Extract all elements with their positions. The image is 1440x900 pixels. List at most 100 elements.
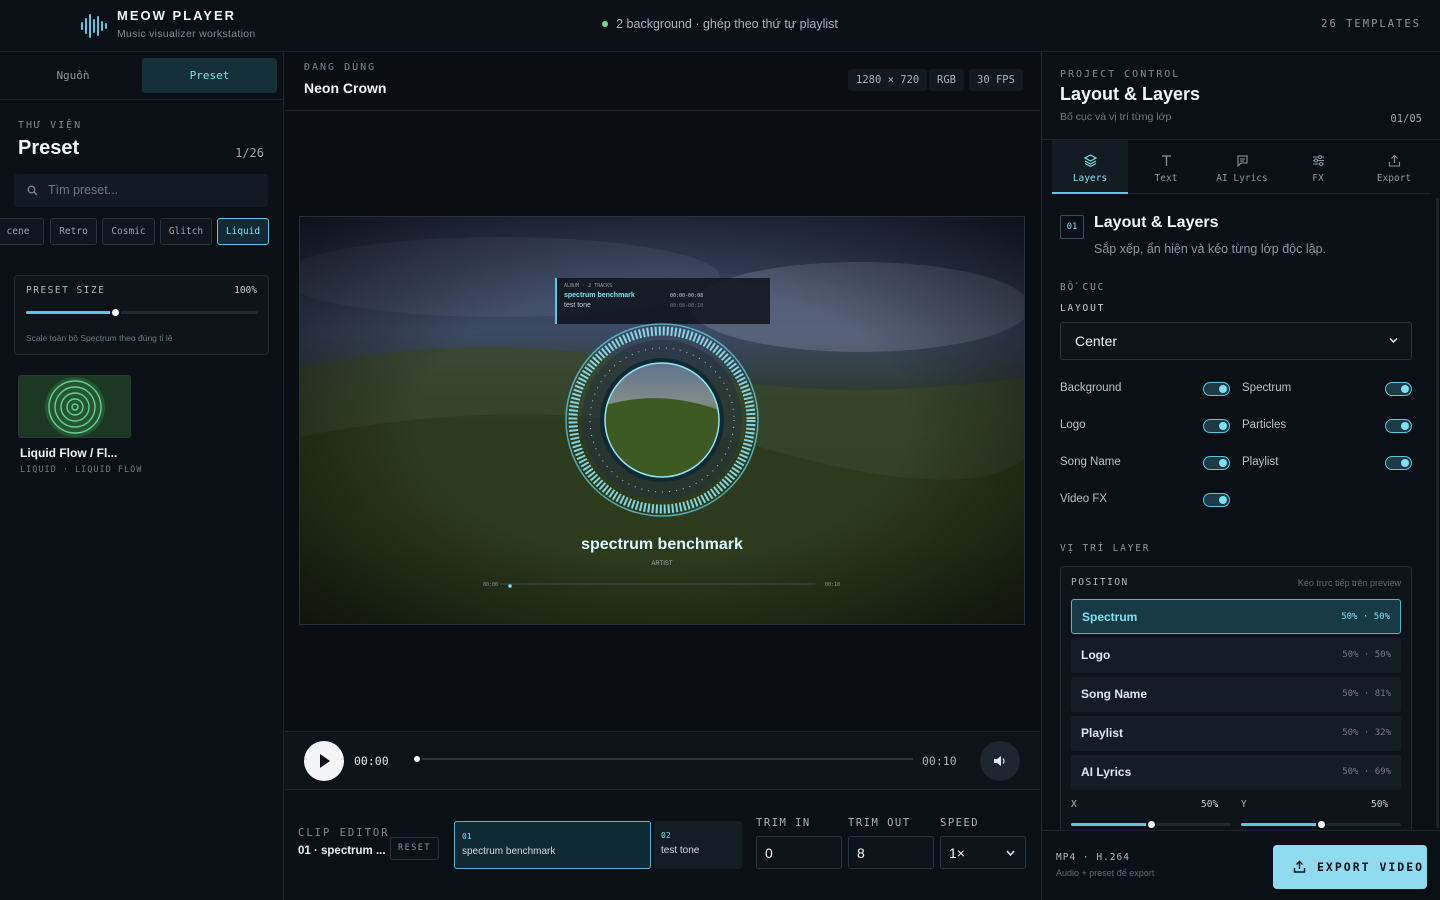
layout-select[interactable]: Center — [1060, 322, 1412, 360]
status-dot — [602, 20, 609, 27]
step-counter: 01/05 — [1390, 113, 1422, 125]
section-description: Sắp xếp, ẩn hiện và kéo từng lớp độc lập… — [1094, 242, 1326, 256]
preview-header: ĐANG DÙNG Neon Crown 1280 × 720 RGB 30 F… — [285, 52, 1040, 111]
toggle-song-name[interactable] — [1203, 456, 1230, 470]
y-label: Y — [1241, 799, 1247, 810]
tab-text[interactable]: Text — [1128, 140, 1204, 194]
reset-button[interactable]: RESET — [390, 837, 439, 860]
overlay-artist: ARTIST — [651, 561, 673, 567]
resolution-badge: 1280 × 720 — [848, 69, 928, 91]
toggle-background[interactable] — [1203, 382, 1230, 396]
seek-handle[interactable] — [412, 754, 422, 764]
export-video-button[interactable]: EXPORT VIDEO — [1273, 845, 1427, 889]
toggle-label-playlist: Playlist — [1242, 456, 1279, 468]
preset-thumbnail[interactable] — [18, 375, 131, 438]
toggle-label-background: Background — [1060, 382, 1122, 394]
speed-select[interactable]: 1× — [940, 836, 1026, 869]
category-chips: cene Retro Cosmic Glitch Liquid — [0, 218, 284, 245]
upload-icon — [1388, 154, 1401, 167]
layer-position: 50% · 50% — [1342, 650, 1391, 660]
chip-liquid[interactable]: Liquid — [217, 218, 269, 245]
tab-fx-label: FX — [1312, 173, 1324, 184]
layer-name: Song Name — [1081, 687, 1148, 701]
section-number: 01 — [1060, 215, 1084, 239]
overlay-album: ALBUM · 2 TRACKS — [564, 283, 612, 289]
preset-size-handle[interactable] — [110, 307, 121, 318]
layer-name: Playlist — [1081, 726, 1124, 740]
preset-size-hint: Scale toàn bộ Spectrum theo đúng tỉ lệ — [26, 333, 173, 343]
seek-bar[interactable] — [412, 754, 913, 764]
clip-editor-kicker: CLIP EDITOR — [298, 827, 390, 839]
overlay-mini-end: 00:10 — [825, 582, 840, 588]
chip-retro[interactable]: Retro — [50, 218, 97, 245]
center-panel: ĐANG DÙNG Neon Crown 1280 × 720 RGB 30 F… — [285, 52, 1040, 900]
position-hint: Kéo trực tiếp trên preview — [1297, 578, 1401, 588]
layer-row-spectrum[interactable]: Spectrum 50% · 50% — [1071, 599, 1401, 634]
left-tabs: Nguồn Preset — [0, 52, 284, 100]
overlay-mini-start: 00:00 — [483, 582, 498, 588]
toggle-playlist[interactable] — [1385, 456, 1412, 470]
x-slider[interactable] — [1071, 819, 1231, 830]
layer-row-ai-lyrics[interactable]: AI Lyrics 50% · 69% — [1071, 755, 1401, 790]
export-note: Audio + preset để export — [1056, 868, 1155, 878]
tab-ai-lyrics[interactable]: AI Lyrics — [1204, 140, 1280, 194]
clip-editor-current: 01 · spectrum ... — [298, 845, 386, 857]
section-title: Layout & Layers — [1094, 214, 1219, 231]
chevron-down-icon — [1389, 337, 1398, 344]
preset-card-subtitle: LIQUID · LIQUID FLOW — [20, 465, 143, 475]
preset-size-slider[interactable] — [26, 307, 258, 318]
tab-layers[interactable]: Layers — [1052, 140, 1128, 194]
toggle-logo[interactable] — [1203, 419, 1230, 433]
clip-segment-02[interactable]: 02 test tone — [654, 821, 742, 869]
tab-source[interactable]: Nguồn — [6, 58, 140, 93]
x-slider-handle[interactable] — [1146, 819, 1157, 830]
control-tabs: Layers Text AI Lyrics FX Export — [1052, 140, 1431, 194]
visualizer-preview[interactable]: ALBUM · 2 TRACKS spectrum benchmark test… — [299, 216, 1025, 625]
toggle-spectrum[interactable] — [1385, 382, 1412, 396]
library-count: 1/26 — [235, 146, 264, 160]
volume-button[interactable] — [980, 741, 1020, 781]
overlay-time-1: 00:00-00:08 — [670, 293, 703, 299]
chip-scene[interactable]: cene — [0, 218, 44, 245]
panel-title: Layout & Layers — [1060, 84, 1201, 104]
right-panel-scrollbar[interactable] — [1436, 198, 1439, 828]
layer-position: 50% · 32% — [1342, 728, 1391, 738]
layer-position: 50% · 81% — [1342, 689, 1391, 699]
layer-row-song-name[interactable]: Song Name 50% · 81% — [1071, 677, 1401, 712]
trim-out-field[interactable]: 8 — [848, 836, 934, 869]
play-button[interactable] — [304, 741, 344, 781]
right-panel: PROJECT CONTROL Layout & Layers Bố cục v… — [1041, 52, 1440, 900]
y-value: 50% — [1371, 799, 1389, 810]
toggle-particles[interactable] — [1385, 419, 1412, 433]
y-slider-handle[interactable] — [1316, 819, 1327, 830]
preset-size-label: PRESET SIZE — [26, 285, 106, 296]
clip-segment-01[interactable]: 01 spectrum benchmark — [454, 821, 651, 869]
chevron-down-icon — [1006, 850, 1015, 857]
toggle-label-spectrum: Spectrum — [1242, 382, 1292, 394]
tab-text-label: Text — [1154, 173, 1178, 184]
preset-search-input[interactable]: Tìm preset... — [14, 174, 268, 207]
tab-fx[interactable]: FX — [1280, 140, 1356, 194]
chip-cosmic[interactable]: Cosmic — [102, 218, 155, 245]
trim-in-label: TRIM IN — [756, 817, 811, 829]
upload-icon — [1293, 860, 1306, 873]
tab-export[interactable]: Export — [1356, 140, 1432, 194]
layer-row-playlist[interactable]: Playlist 50% · 32% — [1071, 716, 1401, 751]
y-slider[interactable] — [1241, 819, 1401, 830]
export-format: MP4 · H.264 — [1056, 852, 1130, 863]
toggle-label-song-name: Song Name — [1060, 456, 1121, 468]
left-panel: Nguồn Preset THƯ VIỆN Preset 1/26 Tìm pr… — [0, 52, 284, 900]
current-preset-name: Neon Crown — [304, 80, 387, 96]
x-value: 50% — [1201, 799, 1219, 810]
project-control-header: PROJECT CONTROL Layout & Layers Bố cục v… — [1042, 52, 1440, 140]
trim-in-field[interactable]: 0 — [756, 836, 842, 869]
layer-row-logo[interactable]: Logo 50% · 50% — [1071, 638, 1401, 673]
chip-glitch[interactable]: Glitch — [160, 218, 212, 245]
project-control-kicker: PROJECT CONTROL — [1060, 69, 1181, 80]
tab-preset[interactable]: Preset — [142, 58, 277, 93]
toggle-video-fx[interactable] — [1203, 493, 1230, 507]
layer-name: Logo — [1081, 648, 1111, 662]
transport-bar: 00:00 00:10 — [285, 731, 1040, 790]
color-mode-badge: RGB — [929, 69, 964, 91]
search-icon — [27, 185, 38, 196]
